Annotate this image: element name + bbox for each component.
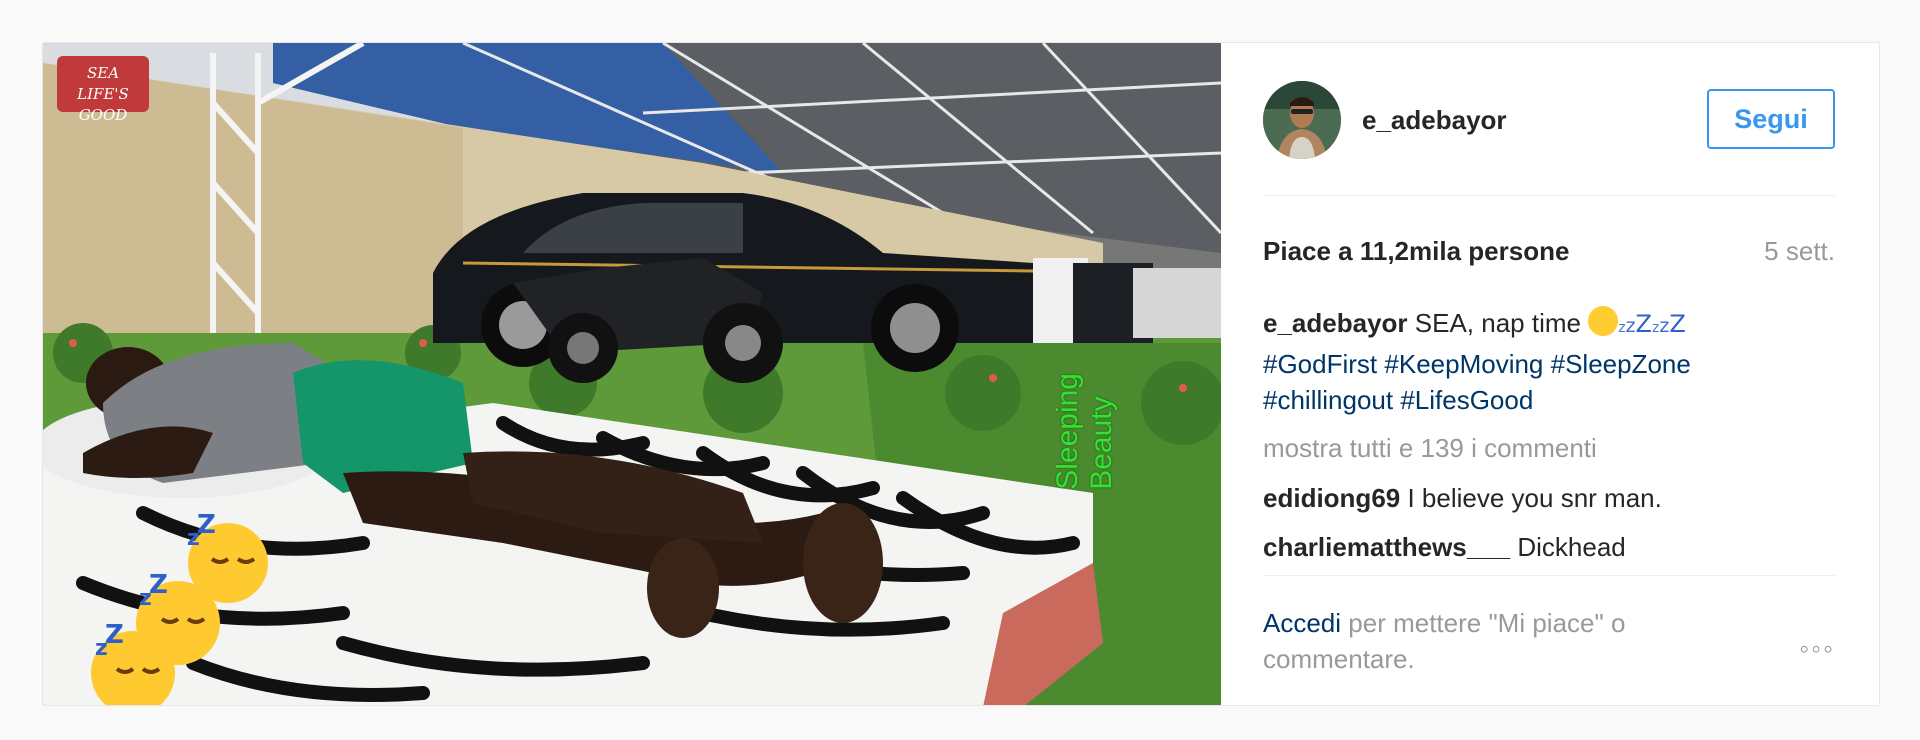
comment-username[interactable]: charliematthews___ (1263, 532, 1510, 562)
post-time[interactable]: 5 sett. (1764, 236, 1835, 267)
caption-text: SEA, nap time (1414, 308, 1581, 338)
hashtag-link[interactable]: #SleepZone (1551, 349, 1691, 379)
divider (1263, 195, 1835, 196)
comment-item: charliematthews___ Dickhead (1263, 532, 1626, 563)
comment-item: edidiong69 I believe you snr man. (1263, 483, 1662, 514)
login-prompt: Accedi per mettere "Mi piace" o commenta… (1263, 605, 1703, 677)
hashtag-link[interactable]: #LifesGood (1400, 385, 1533, 415)
photo-scene: zZ zZ zZ (43, 43, 1221, 705)
svg-text:Z: Z (149, 570, 168, 600)
hashtag-link[interactable]: #KeepMoving (1384, 349, 1543, 379)
photo-overlay-text: Sleeping Beauty (1051, 373, 1119, 490)
sleeping-face-icon (1588, 306, 1619, 336)
caption-username[interactable]: e_adebayor (1263, 308, 1408, 338)
zzz-icon: zzZzzZ (1618, 310, 1686, 338)
view-all-comments-link[interactable]: mostra tutti e 139 i commenti (1263, 433, 1597, 464)
follow-button[interactable]: Segui (1707, 89, 1835, 149)
more-options-icon[interactable]: ◦◦◦ (1799, 633, 1835, 665)
post-photo[interactable]: zZ zZ zZ SEA LIFE'S GOOD Sleeping Beauty (43, 43, 1221, 705)
avatar-image (1263, 81, 1341, 159)
username-link[interactable]: e_adebayor (1362, 105, 1507, 136)
avatar[interactable] (1263, 81, 1341, 159)
svg-text:Z: Z (197, 510, 216, 540)
overlay-line2: Beauty (1085, 396, 1118, 490)
divider (1263, 575, 1835, 576)
watermark-line2: LIFE'S GOOD (77, 85, 129, 124)
hashtag-link[interactable]: #chillingout (1263, 385, 1393, 415)
comment-text: I believe you snr man. (1407, 483, 1662, 513)
comment-text: Dickhead (1517, 532, 1626, 562)
post-sidebar: e_adebayor Segui Piace a 11,2mila person… (1263, 43, 1835, 705)
watermark-line1: SEA (86, 64, 120, 82)
likes-count[interactable]: Piace a 11,2mila persone (1263, 236, 1569, 267)
post-header: e_adebayor Segui (1263, 81, 1835, 159)
watermark-badge: SEA LIFE'S GOOD (57, 56, 149, 124)
post-card: zZ zZ zZ SEA LIFE'S GOOD Sleeping Beauty (42, 42, 1880, 706)
hashtag-link[interactable]: #GodFirst (1263, 349, 1377, 379)
comment-username[interactable]: edidiong69 (1263, 483, 1400, 513)
login-link[interactable]: Accedi (1263, 608, 1341, 638)
overlay-line1: Sleeping (1051, 373, 1084, 490)
caption: e_adebayor SEA, nap time zzZzzZ #GodFirs… (1263, 305, 1823, 418)
svg-text:Z: Z (105, 620, 124, 650)
